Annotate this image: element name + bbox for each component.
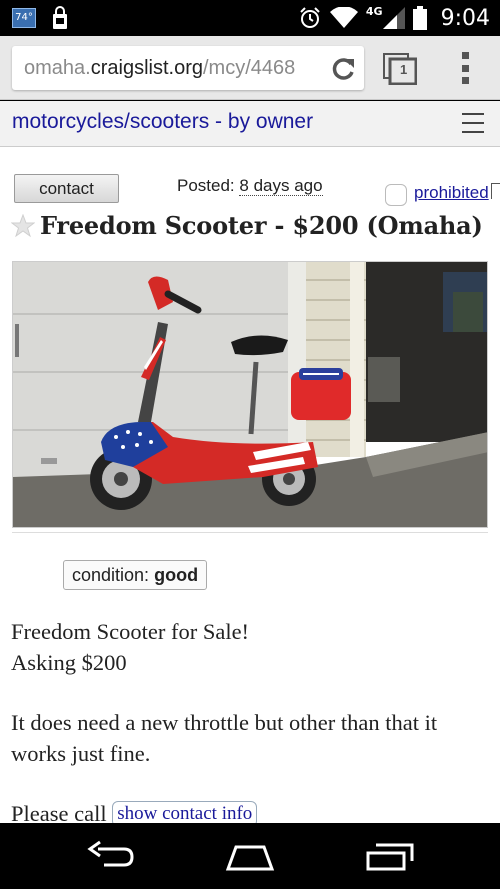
browser-toolbar: omaha.craigslist.org/mcy/4468 1 [0,36,500,100]
show-contact-info-button[interactable]: show contact info [112,801,258,823]
clock: 9:04 [440,5,490,31]
wifi-icon [329,7,358,28]
system-nav-bar [0,823,500,889]
body-paragraph-1: Freedom Scooter for Sale! Asking $200 [11,619,250,675]
alarm-icon [300,7,320,28]
tab-switcher-button[interactable]: 1 [383,53,418,86]
flag-tail [491,183,500,199]
contact-button[interactable]: contact [14,174,119,203]
url-text[interactable]: omaha.craigslist.org/mcy/4468 [24,57,295,80]
signal-icon [382,7,405,29]
condition-badge: condition: good [63,560,208,590]
web-page: motorcycles/scooters - by owner contact … [0,101,500,823]
posting-title: Freedom Scooter - $200 (Omaha) [40,211,483,240]
posted-ago: 8 days ago [239,176,323,196]
condition-value: good [154,565,199,585]
home-icon[interactable] [224,839,276,873]
hamburger-menu-icon[interactable] [462,113,484,133]
recent-apps-icon[interactable] [364,839,416,873]
overflow-menu-icon[interactable] [458,52,472,84]
category-link[interactable]: motorcycles/scooters - by owner [12,110,313,134]
back-icon[interactable] [84,839,136,873]
weather-icon: 74° [12,8,36,28]
reload-icon[interactable] [330,56,356,82]
favorite-star-icon[interactable] [11,214,35,238]
body-paragraph-3: Please call show contact info [11,798,481,823]
tab-count: 1 [400,62,408,77]
body-paragraph-2: It does need a new throttle but other th… [11,710,438,766]
photo-divider [12,529,488,533]
scooter-photo[interactable] [12,261,488,528]
address-bar[interactable]: omaha.craigslist.org/mcy/4468 [12,46,364,90]
breadcrumb: motorcycles/scooters - by owner [0,101,500,147]
posting-body: Freedom Scooter for Sale! Asking $200 It … [11,616,481,823]
temperature: 74° [15,12,33,23]
network-type: 4G [365,4,383,18]
scooter-image [13,262,487,527]
posted-date: Posted: 8 days ago [177,176,323,196]
prohibited-link[interactable]: prohibited [414,183,489,203]
battery-icon [412,6,427,30]
shopping-bag-icon [53,6,67,29]
status-bar: 74° 4G 9:04 [0,0,500,36]
prohibited-checkbox[interactable] [385,184,407,206]
